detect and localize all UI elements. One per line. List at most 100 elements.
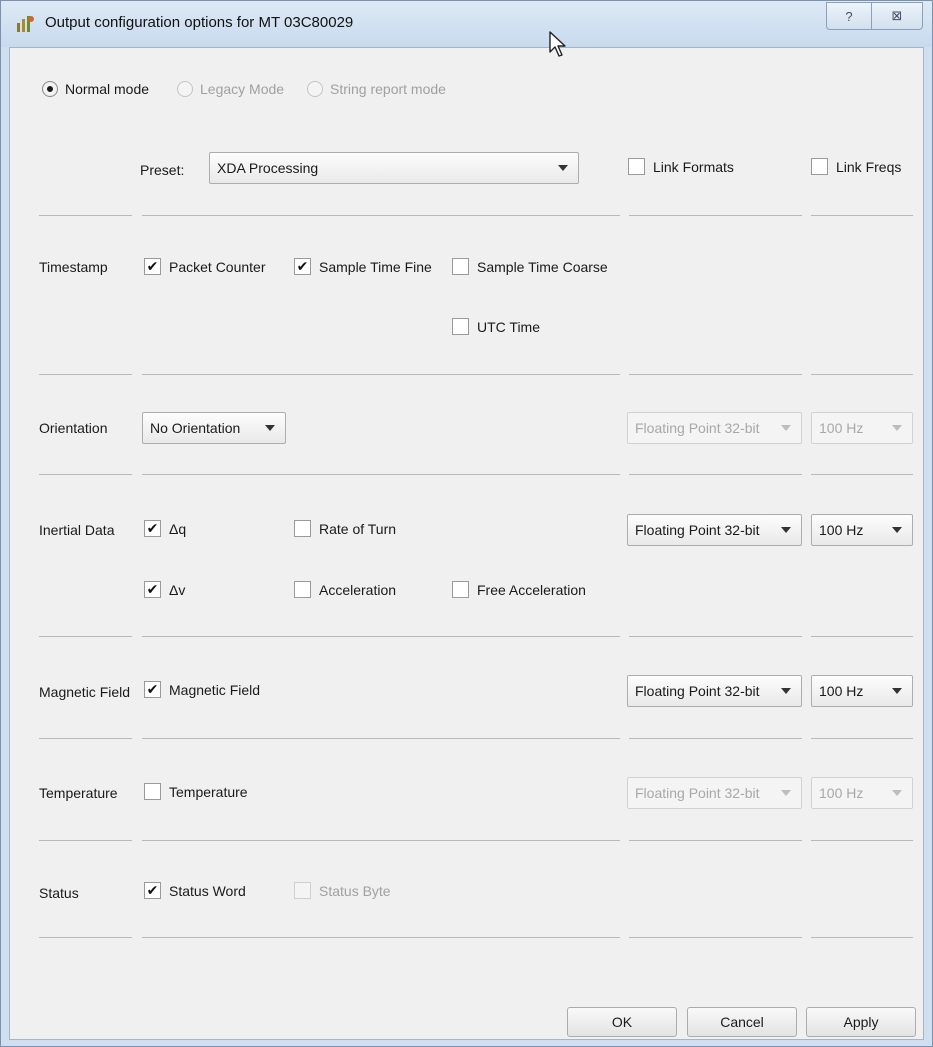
temperature-label: Temperature [39, 785, 118, 801]
magnetic-field-checkbox-label: Magnetic Field [169, 681, 261, 698]
legacy-mode-label: Legacy Mode [200, 81, 285, 97]
rate-of-turn-checkbox[interactable]: Rate of Turn [294, 520, 396, 537]
delta-v-checkbox[interactable]: ✔ Δv [144, 581, 185, 598]
status-word-label: Status Word [169, 882, 246, 899]
help-icon: ? [845, 8, 853, 24]
chevron-down-icon [265, 425, 275, 431]
string-report-mode-radio[interactable]: String report mode [307, 81, 446, 97]
magnetic-freq-value: 100 Hz [819, 683, 864, 699]
temperature-format-dropdown[interactable]: Floating Point 32-bit [627, 777, 802, 809]
checkbox-box [144, 783, 161, 800]
chevron-down-icon [892, 790, 902, 796]
separator [811, 840, 913, 841]
chevron-down-icon [781, 790, 791, 796]
check-icon: ✔ [144, 581, 161, 598]
cancel-button[interactable]: Cancel [687, 1007, 797, 1037]
separator [142, 937, 620, 938]
separator [811, 374, 913, 375]
acceleration-checkbox[interactable]: Acceleration [294, 581, 396, 598]
packet-counter-label: Packet Counter [169, 258, 266, 275]
timestamp-label: Timestamp [39, 259, 108, 275]
inertial-freq-dropdown[interactable]: 100 Hz [811, 514, 913, 546]
apply-button[interactable]: Apply [806, 1007, 916, 1037]
delta-q-checkbox[interactable]: ✔ Δq [144, 520, 186, 537]
inertial-freq-value: 100 Hz [819, 522, 864, 538]
separator [629, 215, 802, 216]
app-icon [17, 16, 34, 32]
check-icon: ✔ [144, 258, 161, 275]
orientation-label: Orientation [39, 420, 108, 436]
separator [39, 374, 132, 375]
separator [629, 474, 802, 475]
sample-time-fine-checkbox[interactable]: ✔ Sample Time Fine [294, 258, 432, 275]
separator [142, 840, 620, 841]
inertial-format-dropdown[interactable]: Floating Point 32-bit [627, 514, 802, 546]
utc-time-label: UTC Time [477, 318, 540, 335]
radio-unselected-indicator [307, 81, 323, 97]
delta-q-label: Δq [169, 520, 187, 537]
check-icon: ✔ [144, 882, 161, 899]
temperature-checkbox[interactable]: Temperature [144, 783, 248, 800]
normal-mode-label: Normal mode [65, 81, 150, 97]
separator [39, 937, 132, 938]
checkbox-box [294, 520, 311, 537]
link-freqs-checkbox[interactable]: Link Freqs [811, 158, 901, 175]
status-word-checkbox[interactable]: ✔ Status Word [144, 882, 246, 899]
checkbox-box [811, 158, 828, 175]
orientation-dropdown[interactable]: No Orientation [142, 412, 286, 444]
temperature-freq-dropdown[interactable]: 100 Hz [811, 777, 913, 809]
checkbox-box [452, 258, 469, 275]
preset-label: Preset: [140, 162, 185, 178]
legacy-mode-radio[interactable]: Legacy Mode [177, 81, 284, 97]
free-acceleration-label: Free Acceleration [477, 581, 586, 598]
separator [39, 840, 132, 841]
separator [811, 937, 913, 938]
separator [629, 738, 802, 739]
temperature-format-value: Floating Point 32-bit [635, 785, 760, 801]
normal-mode-radio[interactable]: Normal mode [42, 81, 149, 97]
inertial-format-value: Floating Point 32-bit [635, 522, 760, 538]
dialog-content: Normal mode Legacy Mode String report mo… [9, 47, 924, 1040]
separator [629, 374, 802, 375]
separator [629, 937, 802, 938]
chevron-down-icon [781, 425, 791, 431]
utc-time-checkbox[interactable]: UTC Time [452, 318, 540, 335]
acceleration-label: Acceleration [319, 581, 397, 598]
sample-time-coarse-label: Sample Time Coarse [477, 258, 608, 275]
mouse-cursor-icon [549, 31, 566, 57]
magnetic-freq-dropdown[interactable]: 100 Hz [811, 675, 913, 707]
radio-unselected-indicator [177, 81, 193, 97]
help-button[interactable]: ? [826, 2, 872, 30]
separator [39, 738, 132, 739]
magnetic-format-dropdown[interactable]: Floating Point 32-bit [627, 675, 802, 707]
separator [39, 215, 132, 216]
title-bar[interactable]: Output configuration options for MT 03C8… [1, 1, 932, 47]
orientation-freq-dropdown[interactable]: 100 Hz [811, 412, 913, 444]
delta-v-label: Δv [169, 581, 186, 598]
orientation-format-value: Floating Point 32-bit [635, 420, 760, 436]
link-formats-label: Link Formats [653, 158, 734, 175]
rate-of-turn-label: Rate of Turn [319, 520, 397, 537]
status-byte-checkbox[interactable]: Status Byte [294, 882, 391, 899]
ok-button[interactable]: OK [567, 1007, 677, 1037]
separator [39, 636, 132, 637]
chevron-down-icon [558, 165, 568, 171]
packet-counter-checkbox[interactable]: ✔ Packet Counter [144, 258, 266, 275]
preset-dropdown[interactable]: XDA Processing [209, 152, 579, 184]
magnetic-field-checkbox[interactable]: ✔ Magnetic Field [144, 681, 260, 698]
sample-time-coarse-checkbox[interactable]: Sample Time Coarse [452, 258, 608, 275]
orientation-format-dropdown[interactable]: Floating Point 32-bit [627, 412, 802, 444]
link-formats-checkbox[interactable]: Link Formats [628, 158, 734, 175]
radio-selected-indicator [42, 81, 58, 97]
separator [142, 374, 620, 375]
status-byte-label: Status Byte [319, 882, 391, 899]
close-button[interactable]: ⊠ [871, 2, 923, 30]
separator [629, 636, 802, 637]
separator [811, 474, 913, 475]
dialog-window: Output configuration options for MT 03C8… [0, 0, 933, 1047]
check-icon: ✔ [144, 681, 161, 698]
separator [811, 215, 913, 216]
checkbox-box [452, 581, 469, 598]
separator [811, 636, 913, 637]
free-acceleration-checkbox[interactable]: Free Acceleration [452, 581, 586, 598]
